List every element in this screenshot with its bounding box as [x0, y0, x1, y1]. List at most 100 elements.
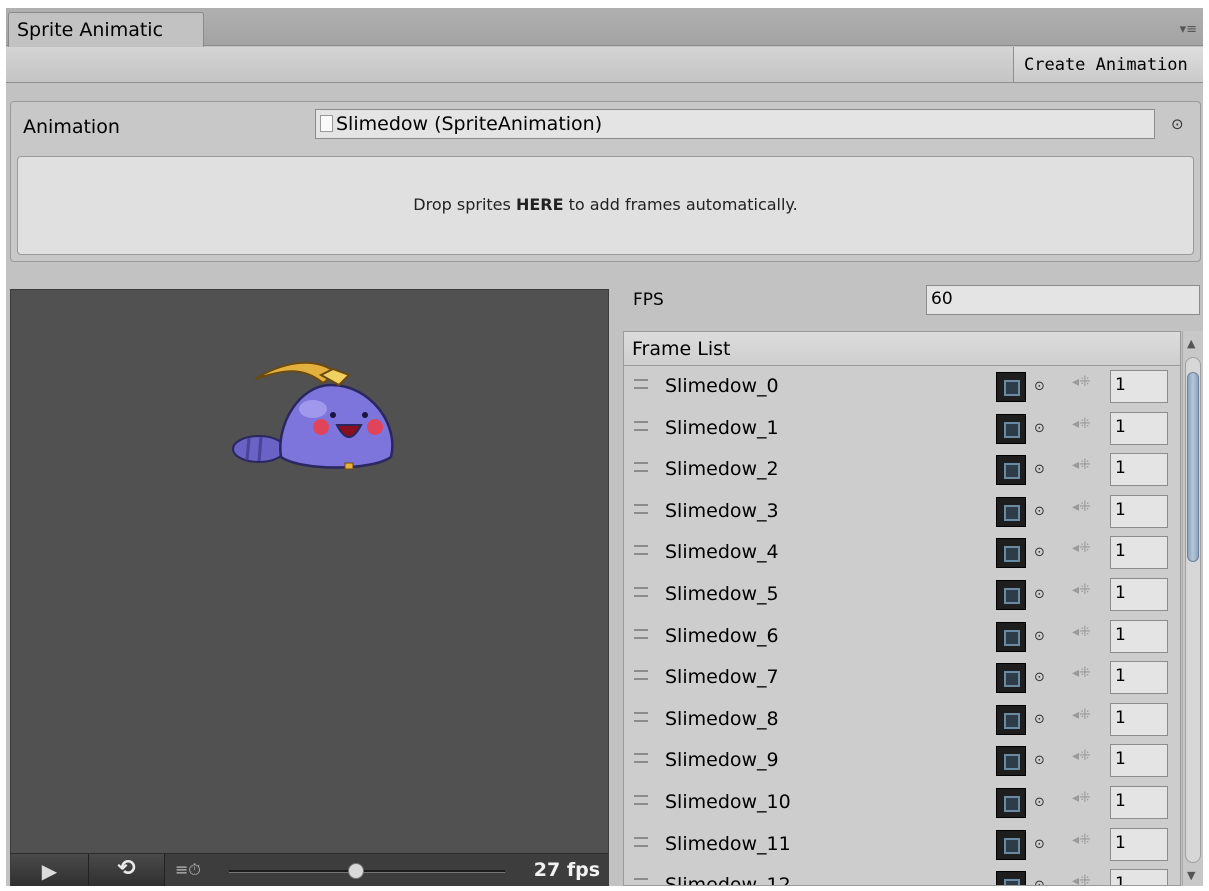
scroll-up-icon[interactable]: ▲ [1187, 337, 1195, 350]
frame-list-scrollbar[interactable]: ▲ ▼ [1182, 331, 1203, 886]
drag-handle-icon[interactable] [634, 753, 648, 764]
sprite-thumbnail[interactable] [996, 704, 1026, 735]
scroll-track[interactable] [1185, 357, 1201, 863]
create-animation-button[interactable]: Create Animation [1013, 47, 1203, 82]
object-picker-icon[interactable]: ⊙ [1034, 795, 1045, 810]
object-picker-icon[interactable]: ⊙ [1034, 629, 1045, 644]
frame-duration-field[interactable]: 1 [1110, 869, 1168, 885]
sprite-thumbnail[interactable] [996, 746, 1026, 777]
drag-handle-icon[interactable] [634, 545, 648, 556]
frame-name: Slimedow_10 [665, 790, 791, 813]
fps-field[interactable]: 60 [926, 285, 1200, 315]
frame-duration-field[interactable]: 1 [1110, 785, 1168, 819]
frame-duration-field[interactable]: 1 [1110, 744, 1168, 778]
duration-drag-icon[interactable]: ◂⁜ [1072, 873, 1091, 885]
frame-duration-field[interactable]: 1 [1110, 702, 1168, 736]
drop-zone[interactable]: Drop sprites HERE to add frames automati… [17, 156, 1194, 255]
frame-duration-field[interactable]: 1 [1110, 536, 1168, 570]
drag-handle-icon[interactable] [634, 878, 648, 885]
frame-duration-field[interactable]: 1 [1110, 827, 1168, 861]
panel-menu-icon[interactable]: ▾≡ [1180, 22, 1197, 37]
tab-sprite-animation[interactable]: Sprite Animatic [8, 12, 204, 47]
duration-drag-icon[interactable]: ◂⁜ [1072, 665, 1091, 681]
frame-row[interactable]: Slimedow_4 ⊙ ◂⁜ 1 [624, 533, 1180, 575]
loop-button[interactable]: ⟲ [89, 854, 165, 886]
drag-handle-icon[interactable] [634, 379, 648, 389]
sprite-thumbnail[interactable] [996, 455, 1026, 486]
scroll-thumb[interactable] [1187, 372, 1199, 562]
object-picker-icon[interactable]: ⊙ [1034, 587, 1045, 602]
drag-handle-icon[interactable] [634, 420, 648, 431]
fps-readout: 27 fps [533, 859, 600, 881]
duration-drag-icon[interactable]: ◂⁜ [1072, 832, 1091, 848]
sprite-thumbnail[interactable] [996, 496, 1026, 527]
frame-duration-field[interactable]: 1 [1110, 411, 1168, 445]
sprite-thumbnail[interactable] [996, 871, 1026, 885]
drag-handle-icon[interactable] [634, 586, 648, 597]
duration-drag-icon[interactable]: ◂⁜ [1072, 582, 1091, 598]
drag-handle-icon[interactable] [634, 711, 648, 722]
object-picker-icon[interactable]: ⊙ [1171, 115, 1184, 133]
object-picker-icon[interactable]: ⊙ [1034, 753, 1045, 768]
sprite-thumbnail[interactable] [996, 579, 1026, 610]
drag-handle-icon[interactable] [634, 462, 648, 473]
frame-duration-field[interactable]: 1 [1110, 577, 1168, 611]
speed-slider-track[interactable] [229, 870, 505, 873]
scroll-down-icon[interactable]: ▼ [1187, 869, 1195, 882]
frame-row[interactable]: Slimedow_11 ⊙ ◂⁜ 1 [624, 825, 1180, 867]
frame-duration-field[interactable]: 1 [1110, 453, 1168, 487]
frame-row[interactable]: Slimedow_3 ⊙ ◂⁜ 1 [624, 492, 1180, 534]
frame-name: Slimedow_9 [665, 749, 779, 772]
duration-drag-icon[interactable]: ◂⁜ [1072, 457, 1091, 473]
object-picker-icon[interactable]: ⊙ [1034, 462, 1045, 477]
sprite-thumbnail[interactable] [996, 538, 1026, 569]
drag-handle-icon[interactable] [634, 503, 648, 514]
object-picker-icon[interactable]: ⊙ [1034, 421, 1045, 436]
duration-drag-icon[interactable]: ◂⁜ [1072, 416, 1091, 432]
duration-drag-icon[interactable]: ◂⁜ [1072, 790, 1091, 806]
frame-duration-field[interactable]: 1 [1110, 494, 1168, 528]
frame-row[interactable]: Slimedow_2 ⊙ ◂⁜ 1 [624, 450, 1180, 492]
speed-icon: ≡⏱ [175, 860, 201, 879]
frame-row[interactable]: Slimedow_0 ⊙ ◂⁜ 1 [624, 367, 1180, 409]
frame-row[interactable]: Slimedow_7 ⊙ ◂⁜ 1 [624, 658, 1180, 700]
frame-row[interactable]: Slimedow_5 ⊙ ◂⁜ 1 [624, 575, 1180, 617]
object-picker-icon[interactable]: ⊙ [1034, 670, 1045, 685]
frame-duration-field[interactable]: 1 [1110, 619, 1168, 653]
duration-drag-icon[interactable]: ◂⁜ [1072, 499, 1091, 515]
play-button[interactable]: ▶ [11, 854, 89, 886]
frame-row[interactable]: Slimedow_6 ⊙ ◂⁜ 1 [624, 617, 1180, 659]
object-picker-icon[interactable]: ⊙ [1034, 504, 1045, 519]
animation-object-field[interactable]: Slimedow (SpriteAnimation) [315, 109, 1155, 139]
frame-row[interactable]: Slimedow_9 ⊙ ◂⁜ 1 [624, 741, 1180, 783]
object-picker-icon[interactable]: ⊙ [1034, 379, 1045, 394]
object-picker-icon[interactable]: ⊙ [1034, 878, 1045, 885]
frame-row[interactable]: Slimedow_10 ⊙ ◂⁜ 1 [624, 783, 1180, 825]
frame-row[interactable]: Slimedow_8 ⊙ ◂⁜ 1 [624, 700, 1180, 742]
duration-drag-icon[interactable]: ◂⁜ [1072, 374, 1091, 390]
frame-name: Slimedow_5 [665, 582, 779, 605]
duration-drag-icon[interactable]: ◂⁜ [1072, 707, 1091, 723]
speed-slider-thumb[interactable] [347, 863, 364, 879]
duration-drag-icon[interactable]: ◂⁜ [1072, 624, 1091, 640]
object-picker-icon[interactable]: ⊙ [1034, 545, 1045, 560]
frame-duration-field[interactable]: 1 [1110, 370, 1168, 403]
sprite-thumbnail[interactable] [996, 372, 1026, 402]
sprite-thumbnail[interactable] [996, 621, 1026, 652]
drag-handle-icon[interactable] [634, 794, 648, 805]
frame-row[interactable]: Slimedow_12 ⊙ ◂⁜ 1 [624, 866, 1180, 885]
frame-row[interactable]: Slimedow_1 ⊙ ◂⁜ 1 [624, 409, 1180, 451]
sprite-thumbnail[interactable] [996, 787, 1026, 818]
object-picker-icon[interactable]: ⊙ [1034, 712, 1045, 727]
frame-name: Slimedow_11 [665, 832, 791, 855]
drag-handle-icon[interactable] [634, 836, 648, 847]
frame-duration-field[interactable]: 1 [1110, 661, 1168, 695]
drag-handle-icon[interactable] [634, 628, 648, 639]
duration-drag-icon[interactable]: ◂⁜ [1072, 540, 1091, 556]
duration-drag-icon[interactable]: ◂⁜ [1072, 748, 1091, 764]
object-picker-icon[interactable]: ⊙ [1034, 837, 1045, 852]
sprite-thumbnail[interactable] [996, 413, 1026, 444]
sprite-thumbnail[interactable] [996, 663, 1026, 694]
sprite-thumbnail[interactable] [996, 829, 1026, 860]
drag-handle-icon[interactable] [634, 670, 648, 681]
